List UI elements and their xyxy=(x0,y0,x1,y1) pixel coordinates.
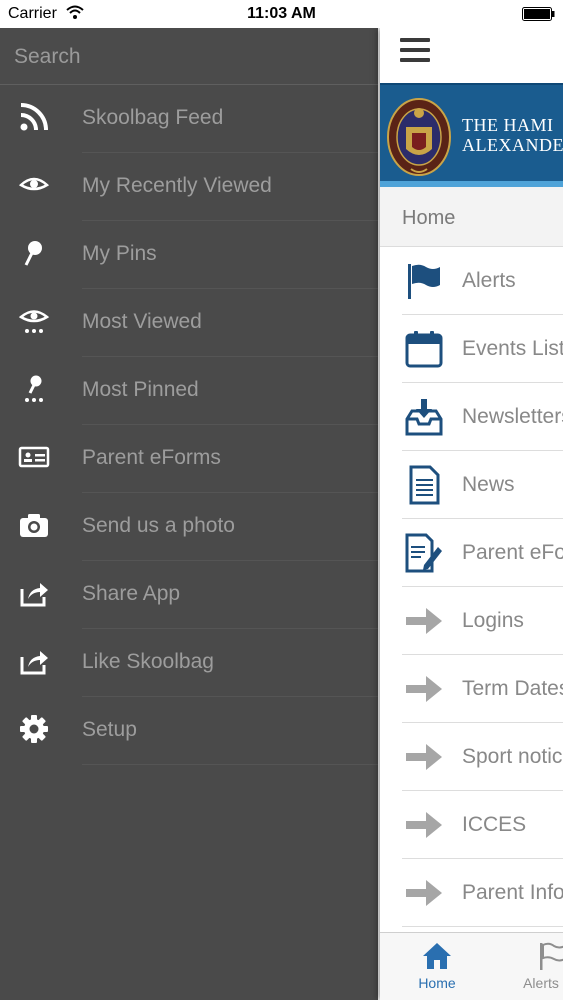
content-item-parent-info[interactable]: Parent Info xyxy=(380,859,563,927)
arrow-right-icon xyxy=(404,669,444,709)
menu-item-label: My Pins xyxy=(82,242,157,265)
eye-dots-icon xyxy=(18,305,50,337)
content-item-events-list[interactable]: Events List xyxy=(380,315,563,383)
gear-icon xyxy=(18,713,50,745)
menu-item-send-photo[interactable]: Send us a photo xyxy=(0,493,378,561)
menu-item-like-skoolbag[interactable]: Like Skoolbag xyxy=(0,629,378,697)
school-banner: THE HAMI ALEXANDE xyxy=(380,83,563,187)
banner-title-line2: ALEXANDE xyxy=(462,135,563,155)
menu-item-label: Most Viewed xyxy=(82,310,202,333)
arrow-right-icon xyxy=(404,873,444,913)
menu-item-most-pinned[interactable]: Most Pinned xyxy=(0,357,378,425)
banner-title: THE HAMI ALEXANDE xyxy=(462,115,563,155)
flag-icon xyxy=(404,261,444,301)
content-item-label: Parent Info xyxy=(462,881,563,904)
status-bar: Carrier 11:03 AM xyxy=(0,0,563,28)
menu-item-label: Most Pinned xyxy=(82,378,199,401)
main-panel: THE HAMI ALEXANDE Home Alerts Events Lis… xyxy=(380,28,563,1000)
breadcrumb: Home xyxy=(380,187,563,247)
side-menu: Skoolbag Feed My Recently Viewed My Pins… xyxy=(0,28,378,1000)
content-item-icces[interactable]: ICCES xyxy=(380,791,563,859)
document-icon xyxy=(404,465,444,505)
content-item-label: Parent eForms xyxy=(462,541,563,564)
menu-item-share-app[interactable]: Share App xyxy=(0,561,378,629)
search-input[interactable] xyxy=(0,28,378,85)
menu-item-skoolbag-feed[interactable]: Skoolbag Feed xyxy=(0,85,378,153)
calendar-icon xyxy=(404,329,444,369)
arrow-right-icon xyxy=(404,805,444,845)
id-card-icon xyxy=(18,441,50,473)
breadcrumb-home: Home xyxy=(402,207,456,229)
tab-bar: Home Alerts xyxy=(380,932,563,1000)
content-item-label: Alerts xyxy=(462,269,516,292)
content-item-parent-eforms[interactable]: Parent eForms xyxy=(380,519,563,587)
tab-home[interactable]: Home xyxy=(380,933,480,1000)
battery-icon xyxy=(522,7,555,21)
flag-icon xyxy=(537,941,563,971)
menu-item-most-viewed[interactable]: Most Viewed xyxy=(0,289,378,357)
share-icon xyxy=(18,577,50,609)
rss-icon xyxy=(18,101,50,133)
home-icon xyxy=(422,941,452,971)
nav-bar xyxy=(380,28,563,83)
tab-alerts[interactable]: Alerts xyxy=(505,933,563,1000)
content-item-alerts[interactable]: Alerts xyxy=(380,247,563,315)
content-item-label: Sport notices xyxy=(462,745,563,768)
content-item-label: ICCES xyxy=(462,813,527,836)
tab-alerts-label: Alerts xyxy=(523,975,559,991)
status-time: 11:03 AM xyxy=(247,5,316,22)
camera-icon xyxy=(18,509,50,541)
banner-title-line1: THE HAMI xyxy=(462,115,554,135)
menu-item-recently-viewed[interactable]: My Recently Viewed xyxy=(0,153,378,221)
menu-item-label: Share App xyxy=(82,582,181,605)
menu-item-label: Skoolbag Feed xyxy=(82,106,224,129)
content-item-label: News xyxy=(462,473,515,496)
menu-item-setup[interactable]: Setup xyxy=(0,697,378,765)
content-item-term-dates[interactable]: Term Dates xyxy=(380,655,563,723)
pin-icon xyxy=(18,237,50,269)
share-icon xyxy=(18,645,50,677)
inbox-download-icon xyxy=(404,397,444,437)
arrow-right-icon xyxy=(404,601,444,641)
content-item-label: Newsletters xyxy=(462,405,563,428)
menu-item-label: Parent eForms xyxy=(82,446,221,469)
content-item-news[interactable]: News xyxy=(380,451,563,519)
pin-dots-icon xyxy=(18,373,50,405)
content-item-label: Logins xyxy=(462,609,524,632)
content-item-newsletters[interactable]: Newsletters xyxy=(380,383,563,451)
content-item-label: Events List xyxy=(462,337,563,360)
tab-home-label: Home xyxy=(418,975,456,991)
eye-icon xyxy=(18,169,50,201)
menu-item-label: Like Skoolbag xyxy=(82,650,214,673)
menu-item-my-pins[interactable]: My Pins xyxy=(0,221,378,289)
form-edit-icon xyxy=(404,533,444,573)
search-bar xyxy=(0,28,378,85)
content-item-sport-notices[interactable]: Sport notices xyxy=(380,723,563,791)
arrow-right-icon xyxy=(404,737,444,777)
menu-item-label: My Recently Viewed xyxy=(82,174,272,197)
school-crest-icon xyxy=(386,89,452,177)
menu-item-label: Send us a photo xyxy=(82,514,235,537)
content-item-label: Term Dates xyxy=(462,677,563,700)
menu-item-parent-eforms[interactable]: Parent eForms xyxy=(0,425,378,493)
menu-item-label: Setup xyxy=(82,718,137,741)
hamburger-menu-icon[interactable] xyxy=(400,38,430,66)
content-item-logins[interactable]: Logins xyxy=(380,587,563,655)
